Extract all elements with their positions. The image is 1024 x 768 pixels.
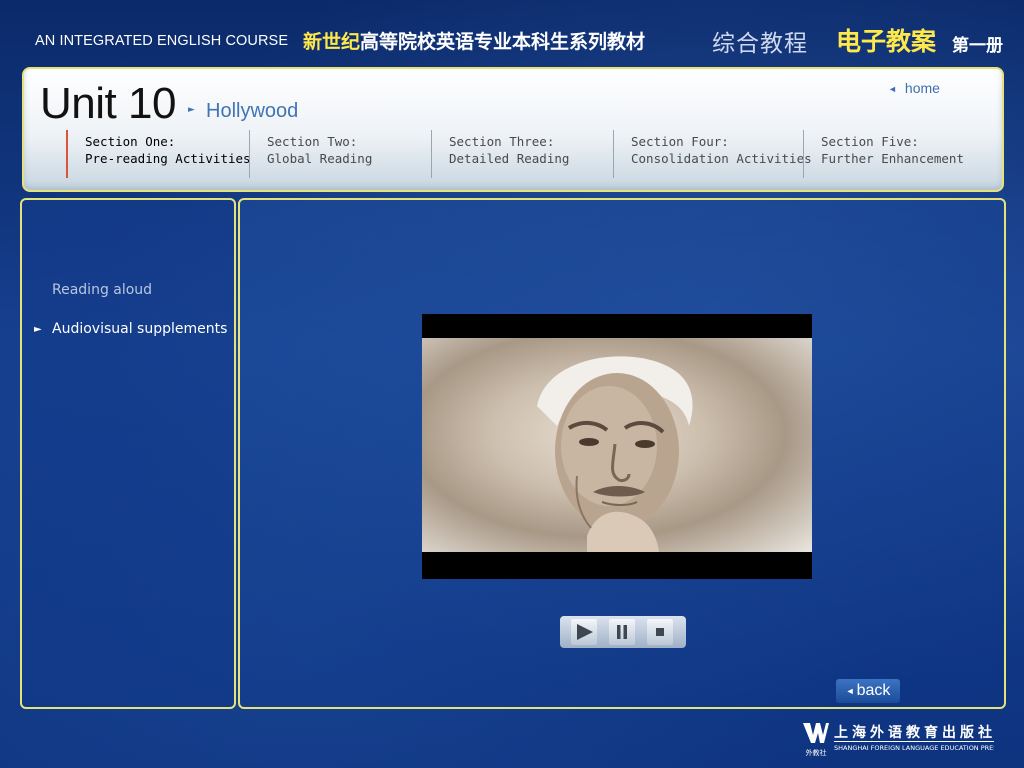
tab-section-three[interactable]: Section Three: Detailed Reading (431, 130, 569, 178)
section-number: Section Three: (449, 134, 555, 149)
section-title: Pre-reading Activities (85, 151, 251, 166)
play-icon (577, 624, 593, 640)
media-controls (560, 616, 686, 648)
tab-section-five[interactable]: Section Five: Further Enhancement (803, 130, 964, 178)
section-number: Section Five: (821, 134, 919, 149)
section-title: Global Reading (267, 151, 373, 166)
course-series-cn: 新世纪高等院校英语专业本科生系列教材 (303, 27, 645, 54)
section-number: Section Four: (631, 134, 729, 149)
home-label: home (904, 80, 940, 96)
publisher-emblem: 外教社 (803, 723, 829, 757)
video-frame-image (422, 338, 812, 552)
man-portrait-image (537, 356, 693, 552)
unit-title: Unit 10 (40, 79, 176, 128)
play-button[interactable] (571, 619, 597, 645)
tab-section-two[interactable]: Section Two: Global Reading (249, 130, 372, 178)
top-banner: AN INTEGRATED ENGLISH COURSE 新世纪高等院校英语专业… (0, 0, 1024, 66)
tutorial-title-cn: 综合教程 (712, 31, 808, 57)
back-label: back (856, 682, 891, 699)
tab-section-one[interactable]: Section One: Pre-reading Activities (66, 130, 251, 178)
tab-section-four[interactable]: Section Four: Consolidation Activities (613, 130, 812, 178)
stop-button[interactable] (647, 619, 673, 645)
publisher-logo: 外教社 上海外语教育出版社 SHANGHAI FOREIGN LANGUAGE … (802, 721, 1002, 759)
active-item-marker-icon: ► (34, 324, 42, 335)
arrow-right-icon: ► (188, 105, 195, 115)
course-title-en: AN INTEGRATED ENGLISH COURSE (35, 33, 289, 49)
unit-subtitle: Hollywood (206, 100, 299, 122)
pause-icon (617, 625, 627, 639)
video-player[interactable] (422, 314, 812, 579)
lesson-plan-title-cn: 电子教案 (836, 27, 937, 56)
course-series-rest: 高等院校英语专业本科生系列教材 (360, 31, 646, 53)
pause-button[interactable] (609, 619, 635, 645)
publisher-name-en: SHANGHAI FOREIGN LANGUAGE EDUCATION PRES… (834, 741, 994, 752)
content-panel: ◄ back (238, 198, 1006, 709)
section-title: Consolidation Activities (631, 151, 812, 166)
sidebar-item-reading-aloud[interactable]: Reading aloud (52, 282, 152, 298)
stop-icon (656, 628, 664, 636)
publisher-name-cn: 上海外语教育出版社 (834, 725, 996, 741)
back-button[interactable]: ◄ back (836, 679, 900, 703)
unit-header-panel: Unit 10 ► Hollywood ◄ home Section One: P… (22, 67, 1004, 192)
volume-label-cn: 第一册 (952, 36, 1003, 56)
course-series-highlight: 新世纪 (303, 31, 361, 53)
publisher-logo-text: 外教社 (806, 748, 827, 757)
home-link[interactable]: ◄ home (888, 80, 940, 96)
section-number: Section Two: (267, 134, 358, 149)
section-title: Further Enhancement (821, 151, 964, 166)
sidebar-nav: Reading aloud ► Audiovisual supplements (20, 198, 236, 709)
arrow-left-icon: ◄ (845, 686, 855, 696)
section-title: Detailed Reading (449, 151, 570, 166)
sidebar-item-audiovisual-supplements[interactable]: Audiovisual supplements (52, 321, 227, 337)
section-number: Section One: (85, 134, 176, 149)
arrow-left-icon: ◄ (888, 84, 897, 94)
